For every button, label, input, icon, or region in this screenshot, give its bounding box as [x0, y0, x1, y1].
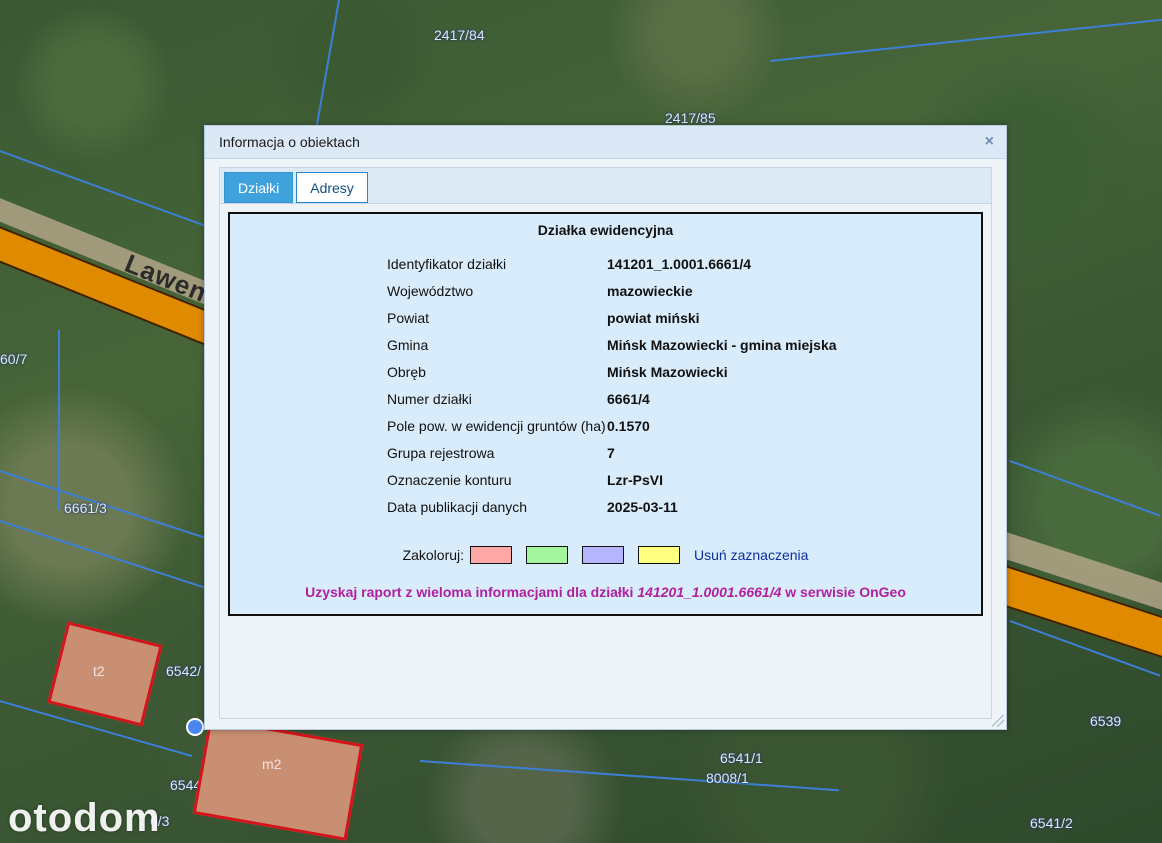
report-prefix: Uzyskaj raport z wieloma informacjami dl…: [305, 584, 638, 600]
parcel-label: 6541/2: [1030, 815, 1073, 831]
attribute-value: 0.1570: [607, 417, 650, 434]
color-swatch-red[interactable]: [470, 546, 513, 564]
report-parcel-id: 141201_1.0001.6661/4: [637, 584, 782, 600]
parcel-boundary: [419, 760, 839, 792]
attribute-row: Województwo mazowieckie: [387, 277, 837, 304]
resize-handle-icon[interactable]: [992, 715, 1004, 727]
object-info-dialog: Informacja o obiektach × Działki Adresy …: [204, 125, 1007, 730]
ongeo-report-link[interactable]: Uzyskaj raport z wieloma informacjami dl…: [230, 584, 981, 600]
attribute-value: mazowieckie: [607, 282, 693, 299]
color-swatch-blue[interactable]: [582, 546, 625, 564]
parcel-label: 60/7: [0, 351, 28, 367]
parcel-boundary: [770, 18, 1162, 62]
attribute-value: 141201_1.0001.6661/4: [607, 255, 752, 272]
close-icon[interactable]: ×: [985, 133, 994, 151]
colorize-label: Zakoloruj:: [402, 547, 465, 563]
tab-adresy[interactable]: Adresy: [296, 172, 368, 203]
watermark-logo: otodom: [8, 796, 161, 840]
parcel-label: 8008/1: [706, 770, 749, 786]
parcel-boundary: [313, 0, 340, 138]
parcel-label: 2417/85: [665, 110, 716, 126]
attribute-row: Obręb Mińsk Mazowiecki: [387, 358, 837, 385]
dialog-title: Informacja o obiektach: [219, 134, 360, 150]
parcel-boundary: [58, 330, 60, 510]
attribute-value: Lzr-PsVI: [607, 471, 664, 488]
attribute-label: Numer działki: [387, 390, 472, 407]
attribute-value: 2025-03-11: [607, 498, 678, 515]
attribute-label: Identyfikator działki: [387, 255, 507, 272]
attribute-row: Pole pow. w ewidencji gruntów (ha) 0.1570: [387, 412, 837, 439]
building-outline: [192, 717, 364, 841]
attribute-row: Powiat powiat miński: [387, 304, 837, 331]
dialog-titlebar[interactable]: Informacja o obiektach ×: [205, 126, 1006, 159]
attribute-value: Mińsk Mazowiecki - gmina miejska: [607, 336, 837, 353]
location-marker[interactable]: [186, 718, 204, 736]
attribute-label: Oznaczenie konturu: [387, 471, 512, 488]
attribute-label: Powiat: [387, 309, 430, 326]
parcel-boundary: [1009, 460, 1161, 517]
attribute-row: Identyfikator działki 141201_1.0001.6661/…: [387, 250, 837, 277]
parcel-label: 6542/: [166, 663, 202, 679]
attribute-value: powiat miński: [607, 309, 700, 326]
color-swatch-yellow[interactable]: [638, 546, 681, 564]
attribute-label: Obręb: [387, 363, 426, 380]
attribute-value: 6661/4: [607, 390, 650, 407]
attribute-label: Województwo: [387, 282, 474, 299]
clear-selection-link[interactable]: Usuń zaznaczenia: [694, 547, 808, 563]
attribute-label: Pole pow. w ewidencji gruntów (ha): [387, 417, 606, 434]
attribute-label: Data publikacji danych: [387, 498, 528, 515]
parcel-label: 6539: [1090, 713, 1122, 729]
attribute-row: Gmina Mińsk Mazowiecki - gmina miejska: [387, 331, 837, 358]
attribute-row: Data publikacji danych 2025-03-11: [387, 493, 837, 520]
building-outline: [47, 621, 163, 727]
card-heading: Działka ewidencyjna: [537, 222, 674, 238]
attribute-row: Grupa rejestrowa 7: [387, 439, 837, 466]
parcel-attributes: Identyfikator działki 141201_1.0001.6661/…: [387, 250, 837, 520]
report-suffix: w serwisie OnGeo: [781, 584, 906, 600]
attribute-label: Gmina: [387, 336, 429, 353]
colorize-toolbar: Zakoloruj: Usuń zaznaczenia: [230, 546, 981, 564]
building-label: m2: [262, 756, 282, 772]
attribute-row: Oznaczenie konturu Lzr-PsVI: [387, 466, 837, 493]
dialog-content: Działki Adresy Działka ewidencyjna Ident…: [219, 167, 992, 719]
attribute-value: 7: [607, 444, 615, 461]
color-swatch-green[interactable]: [526, 546, 569, 564]
tab-dzialki[interactable]: Działki: [224, 172, 294, 203]
attribute-value: Mińsk Mazowiecki: [607, 363, 728, 380]
attribute-label: Grupa rejestrowa: [387, 444, 495, 461]
tab-bar: Działki Adresy: [220, 168, 991, 204]
attribute-row: Numer działki 6661/4: [387, 385, 837, 412]
parcel-label: 6541/1: [720, 750, 763, 766]
parcel-info-card: Działka ewidencyjna Identyfikator działk…: [228, 212, 983, 616]
building-label: t2: [93, 663, 105, 679]
parcel-label: 2417/84: [434, 27, 485, 43]
parcel-label: 6661/3: [64, 500, 107, 516]
